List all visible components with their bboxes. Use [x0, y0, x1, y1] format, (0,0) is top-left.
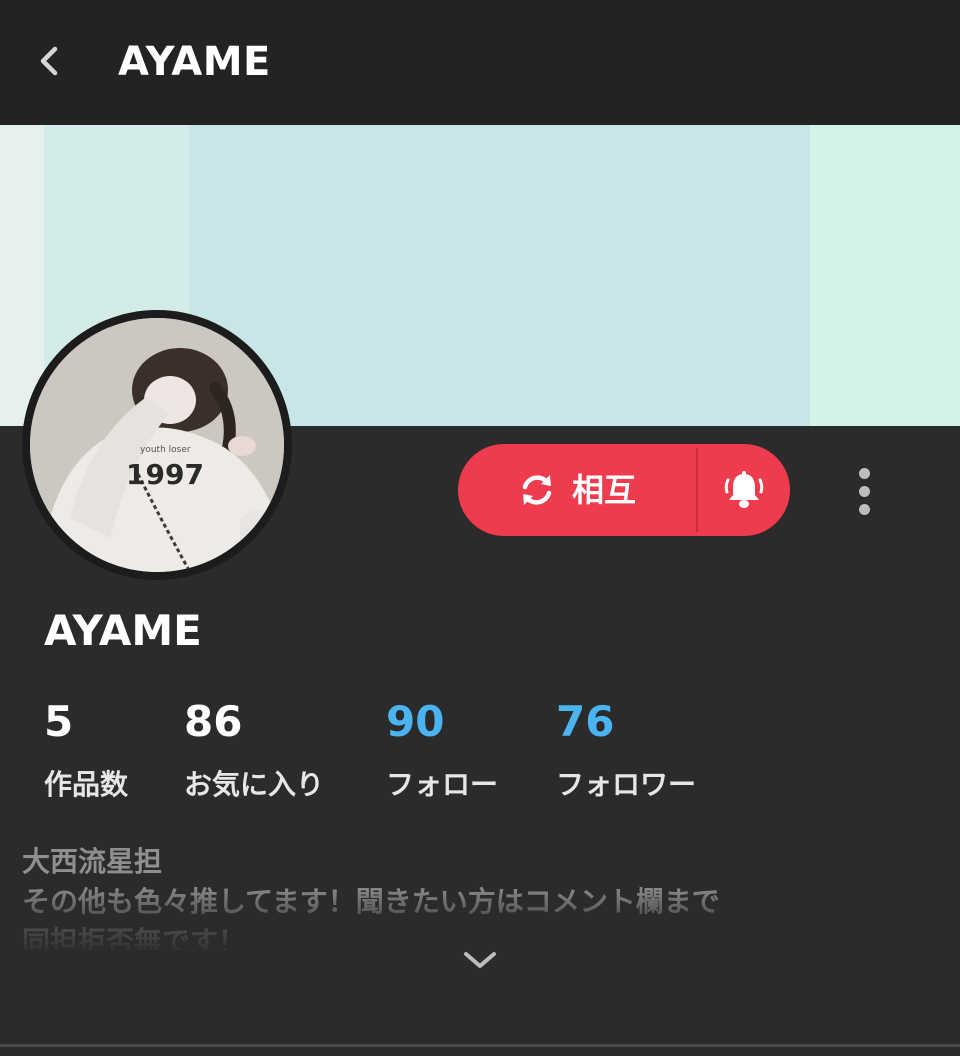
more-vertical-icon — [858, 503, 870, 515]
chevron-down-icon — [464, 952, 496, 968]
stat-works[interactable]: 5 作品数 — [44, 696, 128, 804]
stat-following[interactable]: 90 フォロー — [386, 696, 498, 804]
bio-line: 大西流星担 — [22, 845, 163, 878]
stat-label: フォロワー — [556, 768, 697, 801]
avatar-small-text: youth loser — [140, 445, 191, 455]
mutual-label: 相互 — [571, 471, 636, 509]
chevron-left-icon — [40, 46, 58, 76]
avatar-photo: youth loser 1997 — [30, 318, 284, 572]
bio-line: その他も色々推してます！聞きたい方はコメント欄まで — [22, 885, 720, 918]
stat-favorites[interactable]: 86 お気に入り — [184, 696, 324, 804]
more-vertical-icon — [858, 485, 870, 497]
stat-followers[interactable]: 76 フォロワー — [556, 696, 696, 804]
more-options-button[interactable] — [840, 462, 888, 520]
banner-stripe — [810, 125, 960, 426]
mutual-follow-button[interactable]: 相互 — [458, 444, 696, 536]
profile-screen: AYAME youth loser 1997 相互 AYAME 5 作品数 86… — [0, 0, 960, 1056]
stat-label: お気に入り — [184, 768, 325, 801]
stat-value: 76 — [556, 697, 615, 746]
avatar-illustration: youth loser 1997 — [30, 318, 284, 572]
bell-icon — [724, 471, 764, 508]
avatar-shirt-text: 1997 — [126, 458, 204, 491]
refresh-icon — [522, 475, 552, 505]
follow-actions: 相互 — [458, 444, 790, 536]
more-vertical-icon — [858, 467, 870, 479]
profile-name: AYAME — [44, 606, 202, 655]
bio: 大西流星担 その他も色々推してます！聞きたい方はコメント欄まで 同担拒否無です！ — [22, 842, 922, 950]
stat-label: 作品数 — [44, 768, 129, 801]
back-button[interactable] — [28, 40, 70, 82]
top-bar: AYAME — [0, 0, 960, 125]
bottom-divider — [0, 1044, 960, 1047]
stat-value: 86 — [184, 697, 243, 746]
stat-value: 90 — [386, 697, 445, 746]
expand-bio-button[interactable] — [456, 938, 504, 982]
page-title: AYAME — [118, 39, 271, 85]
notification-bell-button[interactable] — [698, 444, 790, 536]
banner-stripe — [190, 125, 810, 426]
avatar[interactable]: youth loser 1997 — [22, 310, 292, 580]
stat-label: フォロー — [386, 768, 499, 801]
stat-value: 5 — [44, 697, 74, 746]
